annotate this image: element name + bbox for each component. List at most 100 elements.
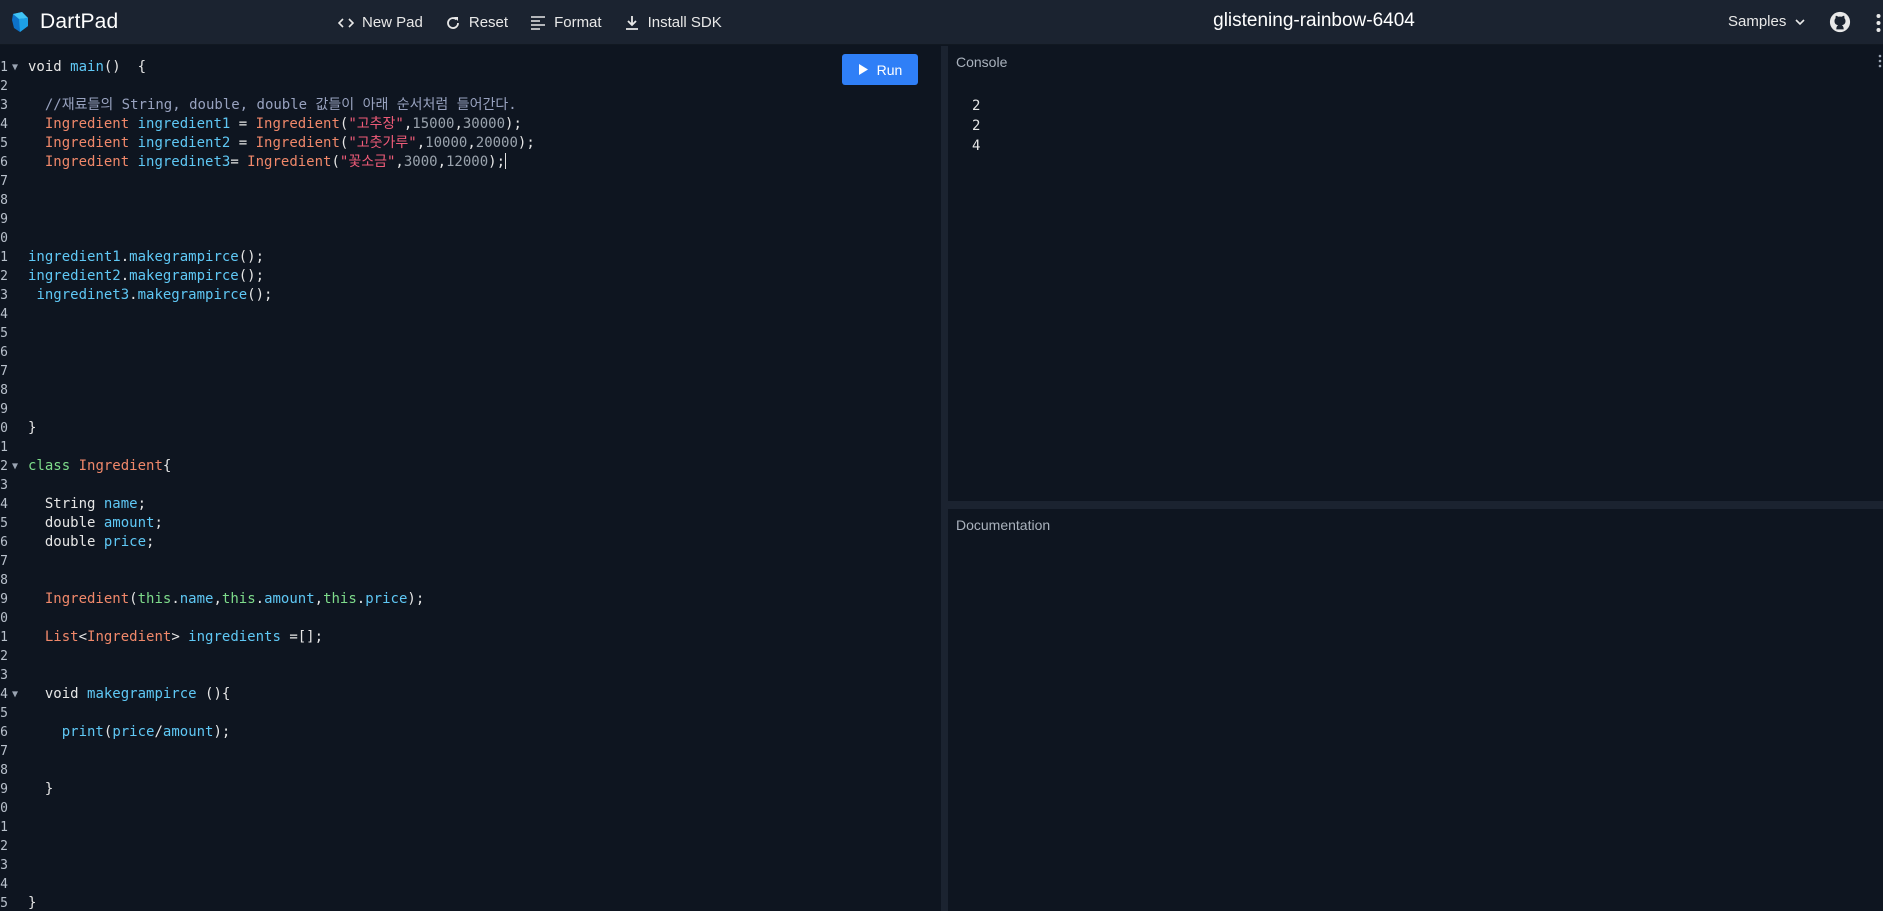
github-icon[interactable] — [1829, 11, 1851, 33]
refresh-icon — [447, 16, 459, 29]
code-line[interactable]: 5 — [0, 324, 941, 343]
code-line[interactable]: 4 — [0, 875, 941, 894]
code-token: ( — [331, 154, 340, 170]
text-cursor — [505, 153, 507, 169]
format-button[interactable]: Format — [530, 14, 602, 31]
code-line[interactable]: 0 — [0, 799, 941, 818]
code-line[interactable]: 8 — [0, 761, 941, 780]
code-line[interactable]: 8 — [0, 571, 941, 590]
fold-arrow-icon[interactable]: ▼ — [12, 58, 18, 77]
code-line[interactable]: 8 — [0, 191, 941, 210]
install-sdk-button[interactable]: Install SDK — [624, 14, 722, 31]
code-line[interactable]: 6 double price; — [0, 533, 941, 552]
code-token: ); — [407, 591, 425, 607]
code-token: (); — [238, 268, 265, 284]
code-line[interactable]: 4 Ingredient ingredient1 = Ingredient("고… — [0, 115, 941, 134]
code-token: 30000 — [462, 116, 506, 132]
code-line[interactable]: 4 String name; — [0, 495, 941, 514]
code-line[interactable]: 2 ingredient2.makegrampirce(); — [0, 267, 941, 286]
code-token: ; — [154, 515, 163, 531]
app-name: DartPad — [40, 10, 119, 33]
line-number: 4 — [0, 307, 8, 322]
code-editor[interactable]: 1 ▼ void main() {2 3 //재료들의 String, double,… — [0, 46, 941, 911]
code-line[interactable]: 6 — [0, 343, 941, 362]
more-vert-icon[interactable] — [1874, 12, 1883, 34]
code-line[interactable]: 9 — [0, 400, 941, 419]
code-line[interactable]: 2 — [0, 837, 941, 856]
line-number: 0 — [0, 421, 8, 436]
code-line[interactable]: 8 — [0, 381, 941, 400]
code-line[interactable]: 6 print(price/amount); — [0, 723, 941, 742]
code-line[interactable]: 5 double amount; — [0, 514, 941, 533]
code-token: , — [454, 116, 463, 132]
code-line[interactable]: 2 — [0, 77, 941, 96]
code-line[interactable]: 9 Ingredient(this.name,this.amount,this.… — [0, 590, 941, 609]
code-token: ); — [213, 724, 231, 740]
code-line[interactable]: 4 ▼ void makegrampirce (){ — [0, 685, 941, 704]
code-line[interactable]: 7 — [0, 552, 941, 571]
code-line[interactable]: 3 — [0, 666, 941, 685]
vertical-splitter[interactable] — [941, 46, 948, 911]
code-line[interactable]: 7 — [0, 172, 941, 191]
code-line[interactable]: 2 ▼ class Ingredient{ — [0, 457, 941, 476]
code-line[interactable]: 1 List<Ingredient> ingredients =[]; — [0, 628, 941, 647]
line-number: 3 — [0, 288, 8, 303]
code-line[interactable]: 3 //재료들의 String, double, double 값들이 아래 순… — [0, 96, 941, 115]
code-line[interactable]: 0} — [0, 419, 941, 438]
code-line[interactable]: 3 — [0, 856, 941, 875]
code-token: class — [28, 458, 71, 474]
code-token: price — [112, 724, 155, 740]
code-line[interactable]: 0 — [0, 609, 941, 628]
code-line[interactable]: 1 ▼ void main() { — [0, 58, 941, 77]
code-token: "꽃소금" — [339, 154, 396, 170]
code-token: this — [221, 591, 256, 607]
code-line[interactable]: 4 — [0, 305, 941, 324]
code-line[interactable]: 1 — [0, 438, 941, 457]
code-token: ( — [129, 591, 138, 607]
code-line[interactable]: 3 ingredinet3.makegrampirce(); — [0, 286, 941, 305]
code-line[interactable]: 7 — [0, 362, 941, 381]
code-line[interactable]: 7 — [0, 742, 941, 761]
format-align-icon — [531, 15, 546, 30]
code-token: , — [395, 154, 404, 170]
line-number: 8 — [0, 193, 8, 208]
code-token: 15000 — [412, 116, 455, 132]
code-line[interactable]: 6 Ingredient ingredinet3= Ingredient("꽃소… — [0, 153, 941, 172]
code-line[interactable]: 1 — [0, 818, 941, 837]
code-token: this — [137, 591, 172, 607]
code-line[interactable]: 2 — [0, 647, 941, 666]
code-token: "고춧가루" — [348, 135, 417, 151]
fold-arrow-icon[interactable]: ▼ — [12, 685, 18, 704]
code-line[interactable]: 5 — [0, 704, 941, 723]
code-token: } — [28, 781, 54, 797]
code-line[interactable]: 3 — [0, 476, 941, 495]
samples-label: Samples — [1728, 13, 1787, 30]
code-token: , — [314, 591, 324, 607]
format-label: Format — [554, 14, 602, 31]
code-token: void — [28, 686, 88, 702]
new-pad-button[interactable]: New Pad — [338, 14, 423, 31]
code-line[interactable]: 9 } — [0, 780, 941, 799]
fold-arrow-icon[interactable]: ▼ — [12, 457, 18, 476]
code-token: "고추장" — [348, 116, 404, 132]
console-menu-icon[interactable] — [1877, 54, 1883, 68]
line-number: 7 — [0, 364, 8, 379]
code-line[interactable]: 1 ingredient1.makegrampirce(); — [0, 248, 941, 267]
code-content[interactable]: 1 ▼ void main() {2 3 //재료들의 String, double,… — [0, 58, 941, 911]
samples-dropdown[interactable]: Samples — [1728, 13, 1806, 30]
code-line[interactable]: 0 — [0, 229, 941, 248]
code-token: makegrampirce — [137, 287, 248, 303]
run-button[interactable]: Run — [842, 54, 918, 85]
code-token: (); — [247, 287, 273, 303]
code-line[interactable]: 5 Ingredient ingredient2 = Ingredient("고… — [0, 134, 941, 153]
code-token: . — [120, 249, 130, 265]
code-line[interactable]: 9 — [0, 210, 941, 229]
reset-button[interactable]: Reset — [445, 14, 508, 31]
horizontal-splitter[interactable] — [948, 501, 1883, 509]
code-token: 12000 — [446, 154, 489, 170]
app-logo[interactable]: DartPad — [8, 10, 118, 34]
code-line[interactable]: 5} — [0, 894, 941, 911]
